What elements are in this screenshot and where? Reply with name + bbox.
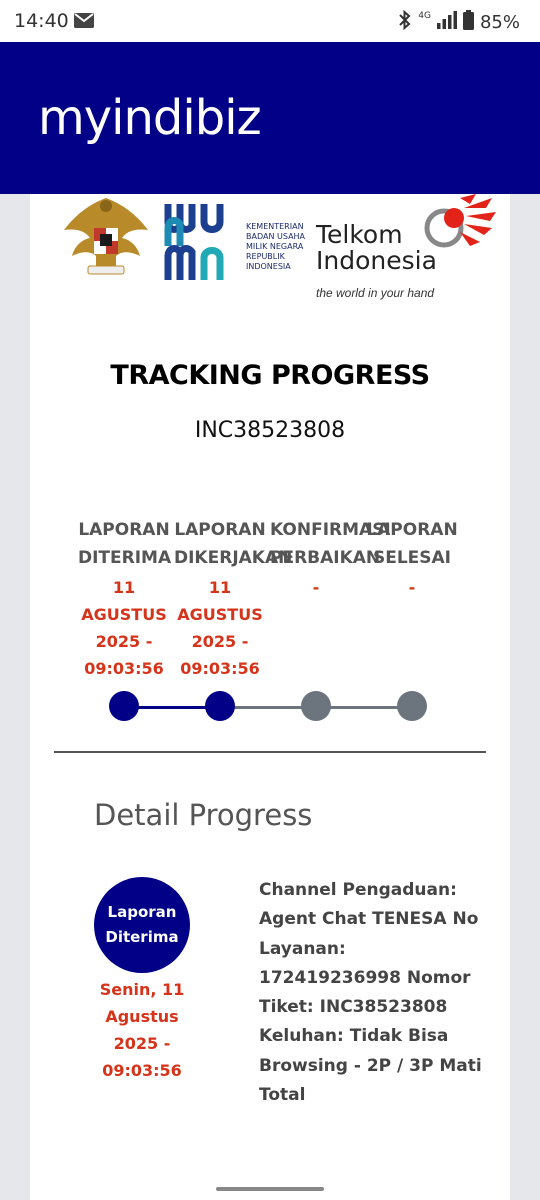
bumn-caption-line: KEMENTERIAN — [246, 222, 304, 231]
detail-progress-title: Detail Progress — [94, 798, 313, 832]
status-date: Senin, 11 Agustus 2025 - 09:03:56 — [99, 980, 185, 1080]
ticket-number: INC38523808 — [194, 418, 346, 443]
app-header: myindibiz — [0, 42, 540, 194]
step-konfirmasi-perbaikan: KONFIRMASI PERBAIKAN - — [270, 516, 391, 601]
status-badge: Laporan Diterima — [94, 877, 190, 973]
ticket-details: Channel Pengaduan: Agent Chat TENESA No … — [259, 880, 482, 1106]
status-bar: 14:40 4G 85% — [0, 0, 540, 42]
step-laporan-diterima: LAPORAN DITERIMA 11 AGUSTUS 2025 - 09:03… — [78, 516, 172, 682]
section-divider — [54, 751, 486, 753]
telkom-tagline: the world in your hand — [316, 286, 435, 300]
step-label: LAPORAN DITERIMA — [78, 520, 172, 568]
tracking-card: KEMENTERIAN BADAN USAHA MILIK NEGARA REP… — [30, 194, 510, 1200]
bumn-caption-line: MILIK NEGARA — [246, 242, 304, 251]
status-badge-label: Laporan Diterima — [105, 903, 179, 946]
network-type: 4G — [418, 10, 431, 21]
step-date: - — [408, 578, 416, 597]
brand-logo: myindibiz — [38, 90, 262, 146]
step-laporan-dikerjakan: LAPORAN DIKERJAKAN 11 AGUSTUS 2025 - 09:… — [174, 516, 293, 682]
telkom-logo — [420, 194, 500, 254]
step-label: LAPORAN SELESAI — [366, 520, 458, 568]
telkom-name-line: Indonesia — [316, 246, 437, 275]
bumn-caption-line: INDONESIA — [246, 262, 291, 271]
telkom-wordmark: Telkom Indonesia — [316, 222, 437, 274]
telkom-name-line: Telkom — [316, 220, 403, 249]
page-title: TRACKING PROGRESS — [110, 360, 430, 391]
garuda-emblem — [60, 194, 152, 278]
battery-level: 85% — [479, 12, 520, 33]
step-date: - — [312, 578, 320, 597]
mail-icon — [74, 13, 94, 28]
progress-dot-1 — [109, 691, 139, 721]
battery-icon — [462, 10, 474, 35]
step-date: 11 AGUSTUS 2025 - 09:03:56 — [81, 578, 167, 678]
step-label: LAPORAN DIKERJAKAN — [174, 520, 293, 568]
signal-icon — [436, 11, 457, 34]
gesture-nav-handle[interactable] — [216, 1187, 324, 1191]
progress-dot-4 — [397, 691, 427, 721]
bumn-caption-line: REPUBLIK — [246, 252, 285, 261]
progress-dot-2 — [205, 691, 235, 721]
status-indicators: 4G 85% — [398, 9, 520, 35]
step-label: KONFIRMASI PERBAIKAN — [270, 520, 391, 568]
bumn-caption-line: BADAN USAHA — [246, 232, 306, 241]
bumn-caption: KEMENTERIAN BADAN USAHA MILIK NEGARA REP… — [246, 222, 305, 272]
step-laporan-selesai: LAPORAN SELESAI - — [366, 516, 458, 601]
bluetooth-icon — [398, 9, 412, 35]
partner-logos: KEMENTERIAN BADAN USAHA MILIK NEGARA REP… — [30, 194, 510, 304]
status-time: 14:40 — [14, 10, 69, 32]
progress-dot-3 — [301, 691, 331, 721]
bumn-logo — [164, 200, 244, 280]
step-date: 11 AGUSTUS 2025 - 09:03:56 — [177, 578, 263, 678]
